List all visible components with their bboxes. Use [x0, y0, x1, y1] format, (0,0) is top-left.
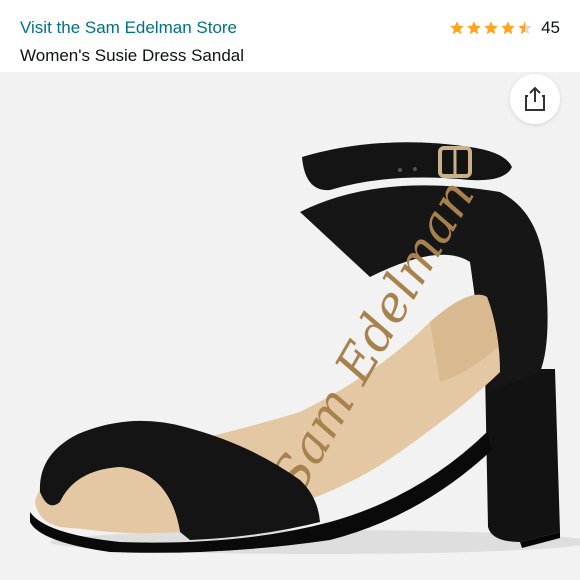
store-link[interactable]: Visit the Sam Edelman Store [20, 18, 237, 38]
product-title: Women's Susie Dress Sandal [20, 46, 245, 65]
star-rating [449, 20, 533, 36]
rating-count[interactable]: 45 [541, 18, 560, 38]
share-button[interactable] [510, 74, 560, 124]
product-image[interactable]: Sam Edelman [0, 72, 580, 580]
sandal-heel [485, 369, 560, 542]
star-icon [484, 21, 498, 35]
half-star-icon [518, 21, 532, 35]
sandal-ankle-strap [302, 142, 512, 191]
rating-summary[interactable]: 45 [449, 18, 560, 38]
share-icon [525, 86, 545, 111]
star-icon [467, 21, 481, 35]
product-image-area[interactable]: Sam Edelman [0, 72, 580, 580]
product-header: Visit the Sam Edelman Store Women's Susi… [0, 0, 580, 72]
star-icon [450, 21, 464, 35]
star-icon [501, 21, 515, 35]
